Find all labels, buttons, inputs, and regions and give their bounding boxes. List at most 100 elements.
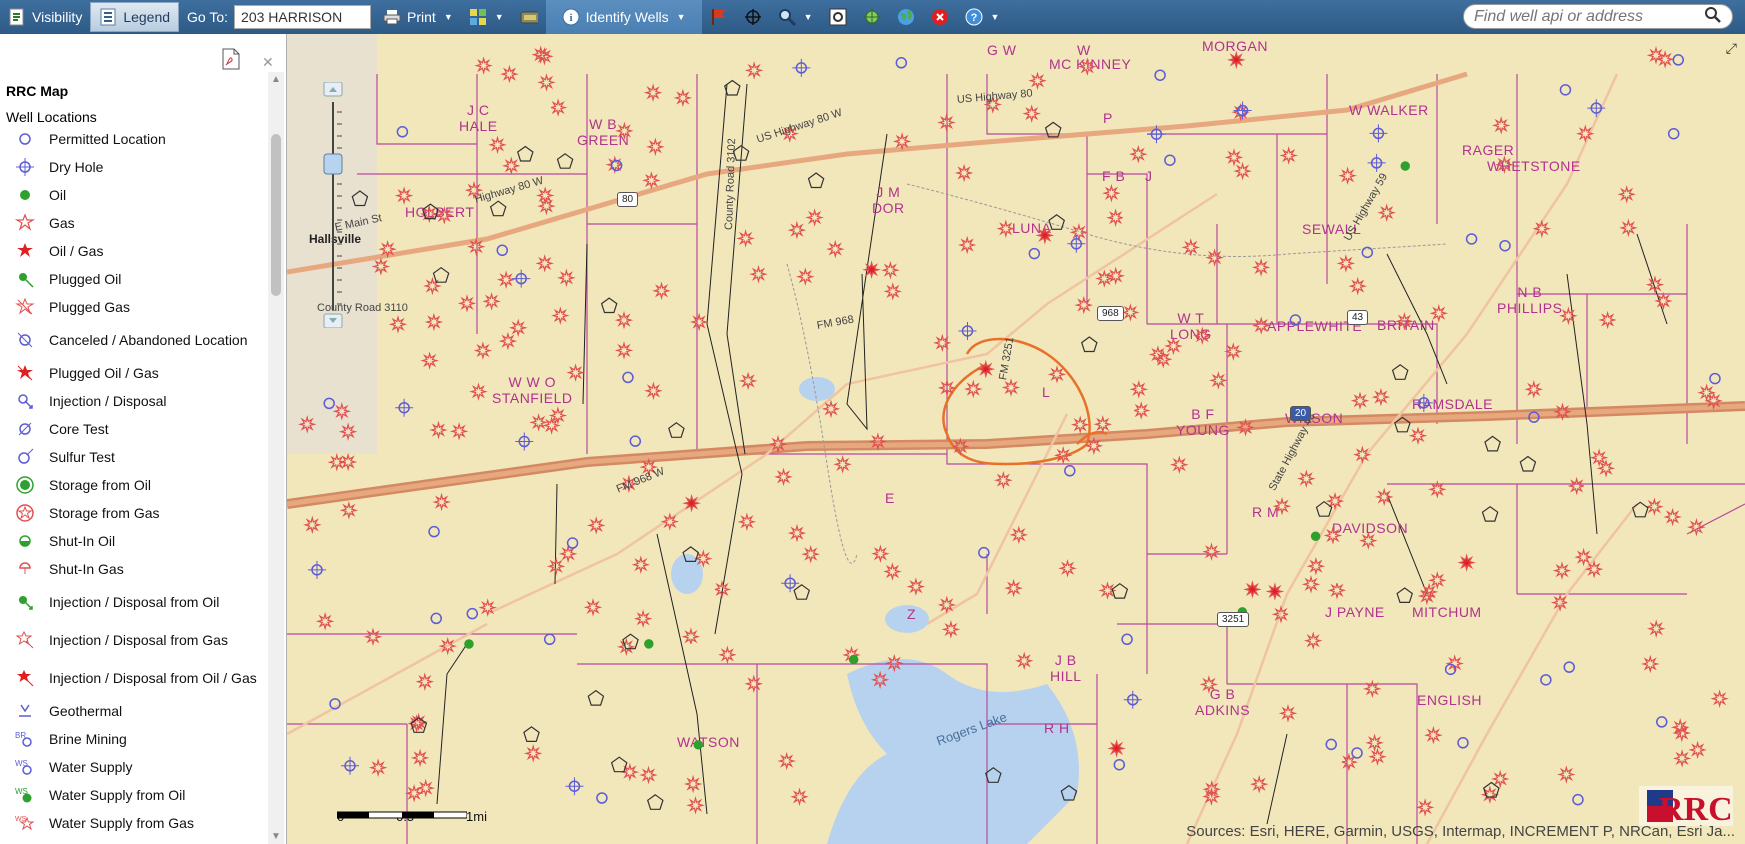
- gas-well-marker[interactable]: [1093, 415, 1113, 434]
- permitted-well-marker[interactable]: [629, 435, 642, 447]
- horizontal-well-marker[interactable]: [682, 546, 700, 563]
- gas-well-marker[interactable]: [787, 220, 807, 240]
- horizontal-well-marker[interactable]: [1391, 364, 1409, 380]
- gas-well-marker[interactable]: [801, 544, 820, 564]
- gas-well-marker[interactable]: [737, 512, 757, 532]
- gas-well-marker[interactable]: [500, 64, 519, 84]
- scroll-down-icon[interactable]: ▼: [271, 831, 281, 842]
- gas-well-marker[interactable]: [1672, 749, 1692, 768]
- gas-well-marker[interactable]: [1556, 765, 1576, 784]
- gas-well-marker[interactable]: [954, 163, 974, 183]
- gas-well-marker[interactable]: [1672, 723, 1692, 743]
- scroll-thumb[interactable]: [271, 134, 281, 296]
- gas-well-marker[interactable]: [429, 420, 448, 440]
- gas-well-marker[interactable]: [1550, 593, 1568, 612]
- gas-well-marker[interactable]: [1374, 487, 1394, 507]
- gas-well-marker[interactable]: [1646, 46, 1666, 65]
- gas-well-marker[interactable]: [551, 306, 570, 325]
- permitted-well-marker[interactable]: [895, 57, 908, 69]
- permitted-well-marker[interactable]: [978, 546, 990, 559]
- gas-well-marker[interactable]: [1350, 391, 1370, 410]
- permitted-well-marker[interactable]: [1465, 233, 1478, 245]
- horizontal-well-marker[interactable]: [516, 145, 534, 162]
- gas-well-marker[interactable]: [714, 580, 732, 599]
- gas-well-marker[interactable]: [1014, 651, 1034, 671]
- gas-well-marker[interactable]: [937, 595, 957, 615]
- gas-well-marker[interactable]: [686, 796, 705, 815]
- permitted-well-marker[interactable]: [1563, 661, 1575, 673]
- permitted-well-marker[interactable]: [466, 607, 479, 620]
- gas-well-marker[interactable]: [1249, 774, 1269, 794]
- gas-well-marker[interactable]: [368, 758, 388, 777]
- gas-well-marker[interactable]: [1028, 71, 1047, 90]
- gas-well-marker[interactable]: [535, 254, 554, 273]
- gas-well-marker[interactable]: [1457, 553, 1476, 572]
- flag-button[interactable]: [702, 2, 736, 32]
- permitted-well-marker[interactable]: [1540, 674, 1552, 686]
- gas-well-marker[interactable]: [1532, 219, 1552, 239]
- gas-well-marker[interactable]: [537, 73, 556, 92]
- gas-well-marker[interactable]: [1338, 166, 1357, 185]
- permitted-well-marker[interactable]: [1499, 239, 1511, 252]
- gas-well-marker[interactable]: [1084, 436, 1104, 456]
- gas-well-marker[interactable]: [1297, 469, 1316, 488]
- gas-well-marker[interactable]: [1035, 226, 1055, 245]
- gas-well-marker[interactable]: [1022, 104, 1042, 123]
- gas-well-marker[interactable]: [795, 267, 815, 287]
- gas-well-marker[interactable]: [363, 627, 383, 647]
- gas-well-marker[interactable]: [642, 171, 661, 190]
- gas-well-marker[interactable]: [749, 264, 768, 284]
- gas-well-marker[interactable]: [994, 470, 1013, 490]
- gas-well-marker[interactable]: [410, 748, 430, 768]
- layout-button[interactable]: ▼: [461, 2, 512, 32]
- permitted-well-marker[interactable]: [396, 126, 409, 138]
- horizontal-well-marker[interactable]: [1631, 501, 1649, 518]
- gas-well-marker[interactable]: [1704, 391, 1723, 411]
- gas-well-marker[interactable]: [1193, 326, 1212, 346]
- permitted-well-marker[interactable]: [1457, 737, 1469, 749]
- gas-well-marker[interactable]: [1598, 310, 1617, 330]
- gas-well-marker[interactable]: [1202, 542, 1221, 561]
- gas-well-marker[interactable]: [1129, 144, 1148, 164]
- gas-well-marker[interactable]: [1490, 769, 1510, 789]
- horizontal-well-marker[interactable]: [1048, 214, 1066, 230]
- gas-well-marker[interactable]: [424, 312, 444, 332]
- locate-button[interactable]: [855, 2, 889, 32]
- gas-well-marker[interactable]: [1584, 559, 1604, 579]
- gas-well-marker[interactable]: [957, 235, 977, 255]
- gas-well-marker[interactable]: [474, 56, 493, 75]
- oil-well-marker[interactable]: [1400, 161, 1411, 171]
- horizontal-well-marker[interactable]: [610, 756, 628, 773]
- gas-well-marker[interactable]: [1095, 269, 1114, 288]
- gas-well-marker[interactable]: [1205, 248, 1224, 267]
- search-input[interactable]: [1474, 7, 1704, 26]
- gas-well-marker[interactable]: [821, 399, 841, 419]
- identify-wells-button[interactable]: i Identify Wells ▼: [545, 0, 702, 34]
- gas-well-marker[interactable]: [1129, 380, 1149, 399]
- horizontal-well-marker[interactable]: [1396, 587, 1414, 604]
- basemap-button[interactable]: [512, 2, 546, 32]
- gas-well-marker[interactable]: [488, 135, 507, 155]
- horizontal-well-marker[interactable]: [523, 726, 540, 743]
- gas-well-marker[interactable]: [1208, 371, 1228, 390]
- permitted-well-marker[interactable]: [323, 397, 335, 410]
- permitted-well-marker[interactable]: [1154, 69, 1166, 81]
- gas-well-marker[interactable]: [449, 422, 469, 441]
- gas-well-marker[interactable]: [1553, 402, 1572, 421]
- gas-well-marker[interactable]: [502, 156, 521, 176]
- horizontal-well-marker[interactable]: [723, 79, 741, 96]
- gas-well-marker[interactable]: [535, 186, 555, 205]
- gas-well-marker[interactable]: [777, 751, 797, 771]
- gas-well-marker[interactable]: [976, 359, 996, 379]
- gas-well-marker[interactable]: [394, 186, 414, 205]
- gas-well-marker[interactable]: [542, 416, 561, 435]
- horizontal-well-marker[interactable]: [984, 767, 1002, 783]
- gas-well-marker[interactable]: [473, 341, 493, 360]
- globe-button[interactable]: [889, 2, 923, 32]
- gas-well-marker[interactable]: [1415, 798, 1435, 817]
- gas-well-marker[interactable]: [338, 452, 358, 472]
- gas-well-marker[interactable]: [643, 83, 663, 102]
- gas-well-marker[interactable]: [953, 437, 970, 456]
- horizontal-well-marker[interactable]: [1315, 500, 1333, 517]
- gas-well-marker[interactable]: [1251, 258, 1271, 277]
